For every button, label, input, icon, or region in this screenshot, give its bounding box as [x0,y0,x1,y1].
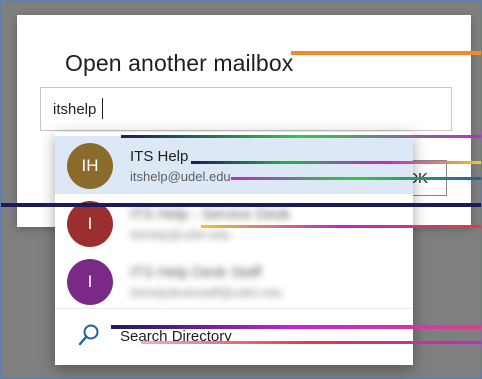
avatar: I [67,259,113,305]
suggestion-email: itshelpdeskstaff@udel.edu [130,285,283,300]
text-caret [102,98,103,119]
suggestion-item-its-help-desk-staff[interactable]: I ITS Help Desk Staff itshelpdeskstaff@u… [55,252,413,310]
suggestion-email: itshelp@udel.edu [130,227,231,242]
suggestion-item-its-help-service-desk[interactable]: I ITS Help - Service Desk itshelp@udel.e… [55,194,413,252]
search-directory-option[interactable]: Search Directory [55,308,413,365]
avatar: I [67,201,113,247]
suggestion-dropdown: IH ITS Help itshelp@udel.edu I ITS Help … [55,132,413,365]
suggestion-name: ITS Help [130,148,189,165]
suggestion-name: ITS Help - Service Desk [130,206,291,223]
search-directory-label: Search Directory [120,328,232,345]
avatar: IH [67,143,113,189]
window-frame: Open another mailbox OK IH ITS Help itsh… [0,0,482,379]
dialog-title: Open another mailbox [65,50,294,76]
suggestion-item-its-help[interactable]: IH ITS Help itshelp@udel.edu [55,136,413,194]
suggestion-email: itshelp@udel.edu [130,169,231,184]
suggestion-name: ITS Help Desk Staff [130,264,262,281]
search-icon [78,324,99,346]
